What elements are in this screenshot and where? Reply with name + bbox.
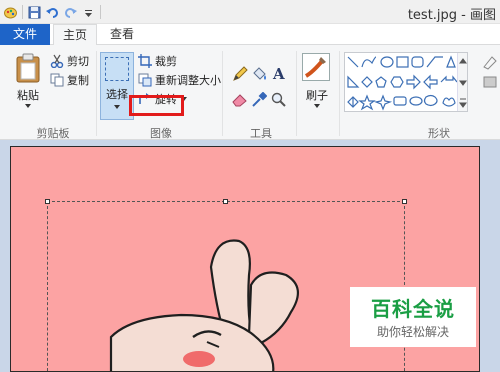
- copy-icon: [50, 73, 64, 87]
- shapes-group-label: 形状: [428, 127, 450, 140]
- shapes-grid-icon: [347, 55, 458, 111]
- shapes-gallery[interactable]: [344, 52, 468, 112]
- brushes-label: 刷子: [306, 89, 328, 102]
- eraser-icon: [232, 94, 247, 107]
- watermark-subtitle: 助你轻松解决: [376, 325, 449, 339]
- scissors-icon: [50, 54, 64, 69]
- save-icon[interactable]: [28, 6, 41, 19]
- divider: [222, 51, 223, 136]
- crop-highlight-box: [129, 95, 184, 116]
- redo-icon[interactable]: [64, 6, 77, 19]
- chevron-down-icon: [114, 105, 120, 109]
- copy-button[interactable]: 复制: [50, 71, 89, 89]
- crop-icon: [138, 54, 152, 68]
- resize-button[interactable]: 重新调整大小: [138, 71, 221, 89]
- eraser-tool[interactable]: [232, 91, 248, 109]
- clipboard-icon: [14, 53, 42, 86]
- eyedropper-icon: [252, 92, 267, 107]
- selection-handle[interactable]: [45, 199, 50, 204]
- chevron-down-icon: [25, 104, 31, 108]
- image-group-label: 图像: [150, 127, 172, 140]
- ribbon: 粘贴 剪切 复制 剪贴板 选择 裁剪 重新调整大小 旋转 图像 A 工具 刷子 …: [0, 45, 500, 140]
- clipboard-group-label: 剪贴板: [36, 127, 70, 140]
- svg-text:A: A: [272, 65, 285, 81]
- tab-file[interactable]: 文件: [0, 24, 50, 45]
- magnifier-icon: [271, 92, 286, 107]
- title-bar: test.jpg - 画图: [0, 0, 500, 24]
- cut-button[interactable]: 剪切: [50, 52, 89, 70]
- paste-label: 粘贴: [17, 89, 39, 102]
- chevron-down-icon: [314, 104, 320, 108]
- cut-label: 剪切: [67, 55, 89, 68]
- text-tool[interactable]: A: [271, 64, 287, 82]
- selection-rectangle-icon: [105, 57, 129, 81]
- brush-icon: [302, 53, 330, 81]
- customize-toolbar-chevron-down-icon[interactable]: [82, 6, 95, 19]
- watermark-title: 百科全说: [371, 297, 455, 321]
- window-title: test.jpg - 画图: [407, 8, 496, 23]
- pencil-icon: [233, 66, 248, 81]
- copy-label: 复制: [67, 74, 89, 87]
- watermark-badge: 百科全说 助你轻松解决: [350, 287, 476, 347]
- selection-handle[interactable]: [223, 199, 228, 204]
- tab-home[interactable]: 主页: [53, 24, 97, 46]
- shapes-gallery-scrollbar[interactable]: [457, 53, 467, 111]
- gallery-scroll-arrows-icon: [459, 58, 467, 108]
- tab-view[interactable]: 查看: [100, 24, 144, 46]
- text-a-icon: A: [272, 65, 285, 81]
- quick-access-toolbar: [4, 4, 101, 20]
- outline-fill-buttons[interactable]: [480, 53, 500, 93]
- pencil-tool[interactable]: [232, 65, 248, 83]
- divider: [296, 51, 297, 136]
- divider: [22, 5, 23, 19]
- divider: [100, 5, 101, 19]
- resize-icon: [138, 73, 152, 87]
- outline-fill-icon: [483, 56, 497, 88]
- brushes-button[interactable]: 刷子: [299, 53, 335, 117]
- undo-icon[interactable]: [46, 6, 59, 19]
- resize-label: 重新调整大小: [155, 74, 221, 87]
- paint-app-icon: [4, 6, 17, 19]
- paste-button[interactable]: 粘贴: [8, 53, 48, 117]
- divider: [339, 51, 340, 136]
- selection-handle[interactable]: [402, 199, 407, 204]
- crop-label: 裁剪: [155, 55, 177, 68]
- fill-bucket-icon: [253, 67, 266, 80]
- fill-tool[interactable]: [251, 65, 267, 83]
- magnifier-tool[interactable]: [271, 91, 287, 109]
- color-picker-tool[interactable]: [251, 91, 267, 109]
- crop-button[interactable]: 裁剪: [138, 52, 177, 70]
- ribbon-tabs: 文件 主页 查看: [0, 24, 500, 46]
- tools-group-label: 工具: [250, 127, 272, 140]
- divider: [96, 51, 97, 136]
